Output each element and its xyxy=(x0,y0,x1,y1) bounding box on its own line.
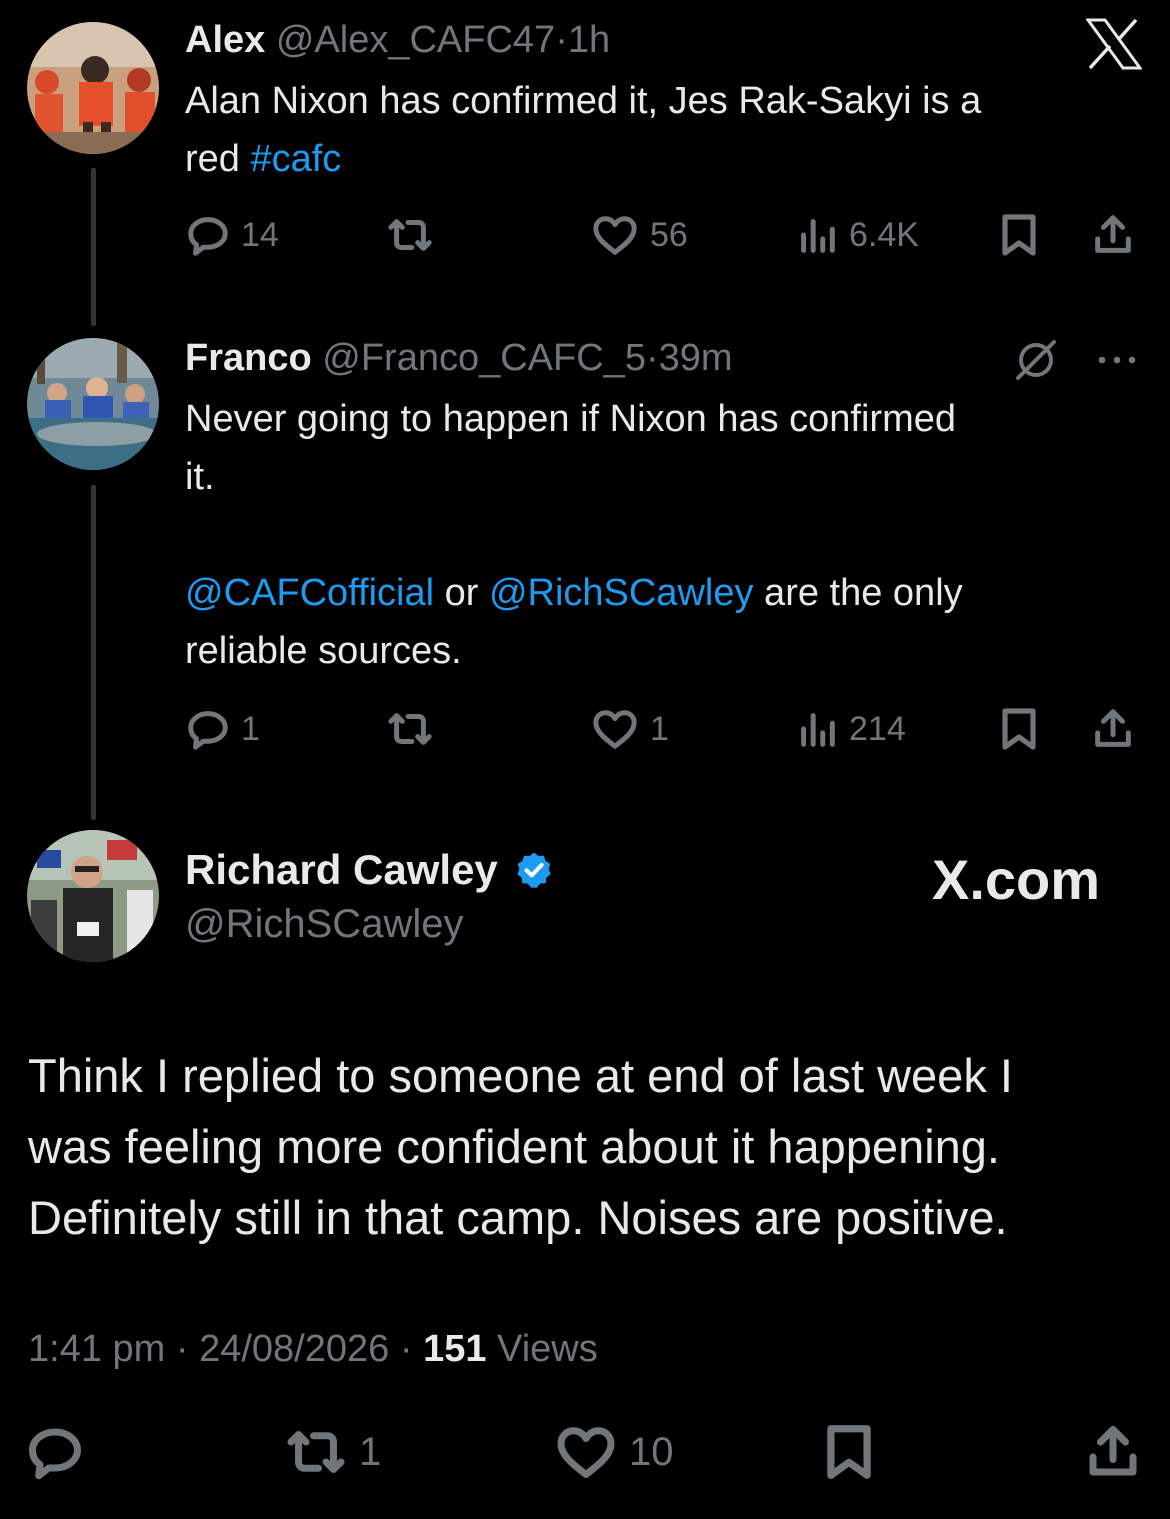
thread-line xyxy=(91,485,96,820)
repost-button[interactable]: 1 xyxy=(283,1420,381,1484)
views-button[interactable]: 214 xyxy=(795,704,906,754)
author-name[interactable]: Alex xyxy=(185,19,265,61)
tweet-text-line: it. xyxy=(185,456,215,498)
views-count: 6.4K xyxy=(849,215,919,254)
like-count: 56 xyxy=(650,215,688,254)
heart-icon xyxy=(593,216,637,255)
more-icon xyxy=(1098,356,1136,364)
tweet-actions: 14 56 6.4K xyxy=(185,210,1140,260)
mention-link[interactable]: @RichSCawley xyxy=(489,572,754,614)
author-name-row: Richard Cawley xyxy=(185,848,554,894)
author-handle[interactable]: @Alex_CAFC47 xyxy=(276,19,555,61)
avatar-franco[interactable] xyxy=(27,338,159,470)
share-button[interactable] xyxy=(1090,704,1136,754)
repost-button[interactable] xyxy=(385,704,445,754)
tweet-text-line: Never going to happen if Nixon has confi… xyxy=(185,398,957,440)
author-handle[interactable]: @RichSCawley xyxy=(185,902,463,946)
repost-button[interactable] xyxy=(385,210,445,260)
bookmark-button[interactable] xyxy=(997,704,1041,754)
main-tweet-actions: 1 10 xyxy=(25,1420,1145,1484)
hashtag-link[interactable]: #cafc xyxy=(250,138,341,180)
separator: · xyxy=(555,19,568,61)
tweet-text: Never going to happen if Nixon has confi… xyxy=(185,390,1145,680)
heart-icon xyxy=(593,710,637,749)
share-icon xyxy=(1095,709,1131,747)
reply-icon xyxy=(188,711,228,750)
views-count: 214 xyxy=(849,709,906,748)
tweet-text-line: Alan Nixon has confirmed it, Jes Rak-Sak… xyxy=(185,80,982,122)
reply-count: 14 xyxy=(241,215,279,254)
mention-link[interactable]: @CAFCofficial xyxy=(185,572,434,614)
tweet-text-line: reliable sources. xyxy=(185,630,462,672)
views-icon xyxy=(801,713,835,747)
tweet-time[interactable]: 1:41 pm xyxy=(28,1328,165,1370)
tweet-time[interactable]: 1h xyxy=(568,19,610,61)
x-logo[interactable] xyxy=(1085,18,1143,70)
reply-count: 1 xyxy=(241,709,260,748)
bookmark-icon xyxy=(1002,214,1036,256)
repost-icon xyxy=(388,713,432,745)
share-button[interactable] xyxy=(1090,210,1136,260)
author-handle[interactable]: @Franco_CAFC_5 xyxy=(322,337,646,379)
separator: · xyxy=(645,337,659,379)
share-icon xyxy=(1089,1426,1137,1476)
views-icon xyxy=(801,219,835,253)
grok-button[interactable] xyxy=(1012,336,1060,384)
tweet-text-line: Definitely still in that camp. Noises ar… xyxy=(28,1191,1008,1244)
more-button[interactable] xyxy=(1094,346,1140,374)
verified-badge-icon xyxy=(517,852,552,888)
tweet-header: Alex @Alex_CAFC47·1h xyxy=(185,18,610,62)
share-button[interactable] xyxy=(1083,1420,1143,1484)
author-name[interactable]: Franco xyxy=(185,337,312,379)
thread-line xyxy=(91,168,96,326)
like-button[interactable]: 1 xyxy=(590,704,669,754)
like-count: 1 xyxy=(650,709,669,748)
main-tweet-text: Think I replied to someone at end of las… xyxy=(28,1040,1148,1253)
repost-icon xyxy=(287,1431,345,1473)
tweet-text: Alan Nixon has confirmed it, Jes Rak-Sak… xyxy=(185,72,1145,188)
reply-button[interactable]: 14 xyxy=(185,210,279,260)
tweet-text-line: @CAFCofficial or @RichSCawley are the on… xyxy=(185,572,963,614)
reply-icon xyxy=(29,1428,81,1480)
author-name[interactable]: Richard Cawley xyxy=(185,846,498,893)
bookmark-button[interactable] xyxy=(997,210,1041,260)
bookmark-button[interactable] xyxy=(818,1420,880,1484)
tweet-header: Franco @Franco_CAFC_5·39m xyxy=(185,336,733,380)
tweet-actions: 1 1 214 xyxy=(185,704,1140,754)
avatar-richard[interactable] xyxy=(27,830,159,962)
like-button[interactable]: 10 xyxy=(553,1420,674,1484)
heart-icon xyxy=(557,1427,615,1478)
tweet-meta: 1:41 pm · 24/08/2026 · 151 Views xyxy=(28,1328,598,1370)
bookmark-icon xyxy=(1002,708,1036,750)
tweet-text-line: red #cafc xyxy=(185,138,342,180)
views-button[interactable]: 6.4K xyxy=(795,210,919,260)
avatar-alex[interactable] xyxy=(27,22,159,154)
tweet-text-line: was feeling more confident about it happ… xyxy=(28,1120,1000,1173)
like-button[interactable]: 56 xyxy=(590,210,688,260)
repost-icon xyxy=(388,219,432,251)
x-com-watermark: X.com xyxy=(932,848,1101,911)
tweet-time[interactable]: 39m xyxy=(659,337,733,379)
repost-count: 1 xyxy=(359,1429,382,1474)
views-label: Views xyxy=(497,1328,598,1370)
views-count[interactable]: 151 xyxy=(423,1328,486,1370)
grok-icon xyxy=(1016,340,1056,380)
tweet-date[interactable]: 24/08/2026 xyxy=(199,1328,389,1370)
reply-icon xyxy=(188,217,228,256)
share-icon xyxy=(1095,215,1131,253)
reply-button[interactable] xyxy=(25,1420,95,1484)
like-count: 10 xyxy=(629,1429,674,1474)
reply-button[interactable]: 1 xyxy=(185,704,260,754)
bookmark-icon xyxy=(827,1425,871,1479)
tweet-text-line: Think I replied to someone at end of las… xyxy=(28,1049,1013,1102)
x-logo-icon xyxy=(1085,18,1143,70)
